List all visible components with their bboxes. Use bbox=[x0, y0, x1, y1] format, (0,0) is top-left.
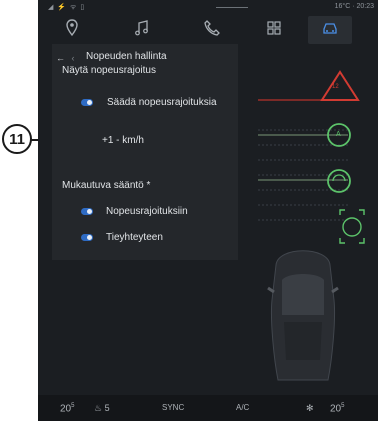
settings-panel bbox=[52, 44, 238, 260]
speed-limits-option-label: Nopeusrajoituksiin bbox=[106, 206, 188, 217]
infotainment-screen: ◢ ⚡ ᯤ ▯ 16°C · 20:23 ← ‹ Nopeuden hallin… bbox=[38, 0, 378, 421]
detection-box-icon bbox=[339, 209, 365, 244]
phone-icon[interactable] bbox=[202, 18, 222, 38]
seat-heat-button[interactable]: ♨ 5 bbox=[94, 403, 110, 414]
back-arrow-icon[interactable]: ← bbox=[56, 53, 65, 63]
warning-text: 12 bbox=[332, 84, 339, 90]
speed-limits-option-toggle[interactable] bbox=[81, 208, 93, 215]
page-subtitle: Näytä nopeusrajoitus bbox=[62, 65, 156, 76]
right-temp[interactable]: 205 bbox=[330, 403, 344, 414]
adaptive-rule-title: Mukautuva sääntö * bbox=[62, 180, 151, 191]
road-context-option-toggle[interactable] bbox=[81, 234, 93, 241]
status-icons: ◢ ⚡ ᯤ ▯ bbox=[48, 4, 86, 11]
status-divider bbox=[216, 7, 248, 8]
sync-button[interactable]: SYNC bbox=[162, 403, 184, 412]
accel-text: A bbox=[336, 131, 341, 138]
breadcrumb-separator: ‹ bbox=[71, 53, 75, 63]
car-illustration bbox=[267, 250, 339, 381]
adjust-limits-toggle[interactable] bbox=[81, 99, 93, 106]
location-pin-icon[interactable] bbox=[62, 18, 82, 38]
left-temp[interactable]: 205 bbox=[60, 403, 74, 414]
top-nav bbox=[38, 16, 378, 44]
music-note-icon[interactable] bbox=[132, 18, 152, 38]
page-title: Nopeuden hallinta bbox=[86, 51, 167, 62]
temp-time: 16°C · 20:23 bbox=[334, 3, 374, 10]
adjust-limits-label: Säädä nopeusrajoituksia bbox=[107, 97, 217, 108]
road-context-option-label: Tieyhteyteen bbox=[106, 232, 163, 243]
fan-icon[interactable]: ✻ bbox=[306, 403, 314, 414]
speed-offset-value[interactable]: +1 - km/h bbox=[102, 135, 144, 146]
callout-number: 11 bbox=[2, 124, 32, 154]
back-button[interactable]: ← ‹ bbox=[56, 53, 75, 63]
ac-button[interactable]: A/C bbox=[236, 403, 249, 412]
climate-bar: 205 ♨ 5 SYNC A/C ✻ 205 bbox=[38, 395, 378, 421]
seat-heat-icon: ♨ bbox=[94, 403, 103, 413]
status-bar: ◢ ⚡ ᯤ ▯ 16°C · 20:23 bbox=[38, 0, 378, 14]
warning-triangle-icon bbox=[320, 70, 360, 101]
vehicle-assist-illustration bbox=[258, 70, 365, 381]
car-icon[interactable] bbox=[320, 18, 340, 38]
apps-grid-icon[interactable] bbox=[264, 18, 284, 38]
